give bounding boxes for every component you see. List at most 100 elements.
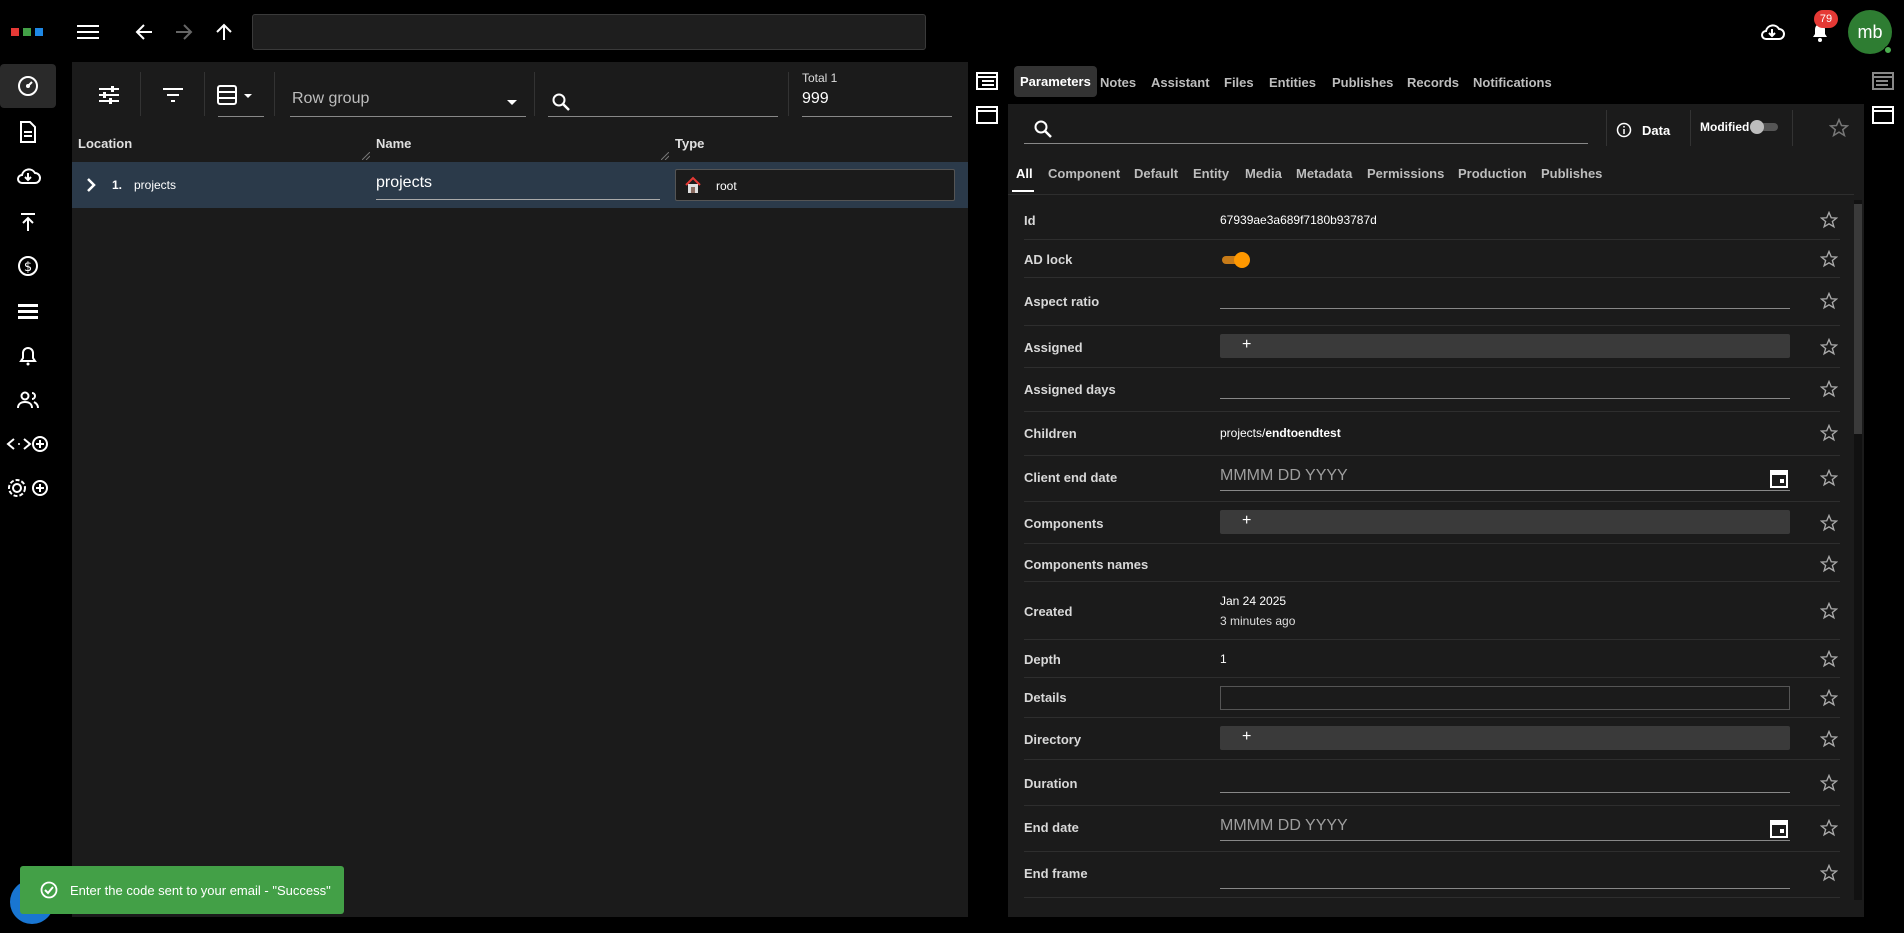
details-input[interactable]: [1220, 686, 1790, 710]
filter-icon[interactable]: [160, 82, 186, 108]
tab-notes[interactable]: Notes: [1100, 75, 1136, 90]
view-select-icon[interactable]: [216, 82, 260, 108]
list-icon[interactable]: [8, 292, 48, 332]
cloud-download-icon[interactable]: [8, 156, 48, 196]
assigned-days-input[interactable]: [1220, 398, 1790, 399]
row-name-field[interactable]: projects: [376, 170, 660, 200]
subtab-media[interactable]: Media: [1245, 166, 1282, 181]
property-row-details: Details: [1024, 678, 1840, 718]
tab-parameters[interactable]: Parameters: [1014, 66, 1097, 97]
upload-icon[interactable]: [8, 202, 48, 242]
star-icon[interactable]: [1820, 338, 1838, 356]
star-icon[interactable]: [1820, 250, 1838, 268]
subtab-all[interactable]: All: [1016, 166, 1033, 181]
property-row-client-end-date: Client end date MMMM DD YYYY: [1024, 456, 1840, 502]
expand-chevron-icon[interactable]: [86, 178, 96, 192]
created-date: Jan 24 2025: [1220, 594, 1287, 608]
calendar-icon[interactable]: [1770, 818, 1788, 838]
scrollbar-thumb[interactable]: [1854, 204, 1862, 434]
modified-toggle[interactable]: [1750, 120, 1780, 134]
tab-files[interactable]: Files: [1224, 75, 1254, 90]
column-resize-handle[interactable]: [661, 152, 669, 160]
code-add-icon[interactable]: [4, 424, 52, 464]
online-status-dot: [1884, 46, 1892, 54]
column-header-location[interactable]: Location: [78, 136, 132, 158]
subtab-metadata[interactable]: Metadata: [1296, 166, 1352, 181]
column-header-type[interactable]: Type: [675, 136, 704, 158]
assigned-add-button[interactable]: +: [1220, 334, 1790, 358]
table-row[interactable]: 1. projects projects root: [72, 162, 968, 208]
star-icon[interactable]: [1829, 118, 1849, 138]
end-frame-input[interactable]: [1220, 888, 1790, 889]
id-value: 67939ae3a689f7180b93787d: [1220, 213, 1377, 227]
ad-lock-toggle[interactable]: [1220, 252, 1252, 268]
chevron-down-icon: [507, 100, 517, 105]
window-icon[interactable]: [976, 106, 998, 129]
calendar-icon[interactable]: [1770, 468, 1788, 488]
subtab-permissions[interactable]: Permissions: [1367, 166, 1444, 181]
tab-records[interactable]: Records: [1407, 75, 1459, 90]
subtab-default[interactable]: Default: [1134, 166, 1178, 181]
tab-publishes[interactable]: Publishes: [1332, 75, 1393, 90]
tab-assistant[interactable]: Assistant: [1151, 75, 1210, 90]
star-icon[interactable]: [1820, 211, 1838, 229]
property-row-children: Children projects/endtoendtest: [1024, 412, 1840, 456]
children-value[interactable]: projects/endtoendtest: [1220, 426, 1341, 440]
directory-add-button[interactable]: +: [1220, 726, 1790, 750]
subtab-entity[interactable]: Entity: [1193, 166, 1229, 181]
menu-icon[interactable]: [74, 18, 102, 46]
dashboard-icon[interactable]: [0, 64, 56, 108]
app-logo[interactable]: [11, 28, 46, 37]
star-icon[interactable]: [1820, 730, 1838, 748]
star-icon[interactable]: [1820, 819, 1838, 837]
data-info-button[interactable]: Data: [1616, 120, 1670, 140]
settings-add-icon[interactable]: [4, 468, 52, 508]
back-arrow-icon[interactable]: [130, 18, 158, 46]
up-arrow-icon[interactable]: [210, 18, 238, 46]
depth-value: 1: [1220, 652, 1227, 666]
end-date-input[interactable]: MMMM DD YYYY: [1220, 817, 1348, 835]
star-icon[interactable]: [1820, 774, 1838, 792]
aspect-ratio-input[interactable]: [1220, 308, 1790, 309]
properties-search-input[interactable]: [1024, 114, 1588, 144]
tune-icon[interactable]: [96, 82, 122, 108]
panel-toggle-icon[interactable]: [976, 72, 998, 95]
panel-toggle-icon-right[interactable]: [1872, 72, 1894, 95]
star-icon[interactable]: [1820, 424, 1838, 442]
dollar-icon[interactable]: $: [8, 246, 48, 286]
column-header-name[interactable]: Name: [376, 136, 411, 158]
star-icon[interactable]: [1820, 864, 1838, 882]
people-icon[interactable]: [8, 380, 48, 420]
tab-entities[interactable]: Entities: [1269, 75, 1316, 90]
svg-text:$: $: [24, 260, 32, 275]
document-icon[interactable]: [8, 112, 48, 152]
forward-arrow-icon[interactable]: [170, 18, 198, 46]
star-icon[interactable]: [1820, 555, 1838, 573]
total-input[interactable]: 999: [802, 90, 952, 116]
client-end-date-input[interactable]: MMMM DD YYYY: [1220, 467, 1348, 485]
window-icon-right[interactable]: [1872, 106, 1894, 129]
star-icon[interactable]: [1820, 292, 1838, 310]
subtab-publishes[interactable]: Publishes: [1541, 166, 1602, 181]
star-icon[interactable]: [1820, 689, 1838, 707]
search-icon: [552, 93, 570, 111]
star-icon[interactable]: [1820, 380, 1838, 398]
star-icon[interactable]: [1820, 602, 1838, 620]
cloud-sync-icon[interactable]: [1758, 18, 1786, 46]
star-icon[interactable]: [1820, 650, 1838, 668]
property-row-components: Components +: [1024, 502, 1840, 544]
row-group-label: Row group: [292, 90, 370, 107]
bell-icon[interactable]: [8, 336, 48, 376]
address-bar[interactable]: [252, 14, 926, 50]
row-type-chip[interactable]: root: [675, 169, 955, 201]
subtab-component[interactable]: Component: [1048, 166, 1120, 181]
row-group-select[interactable]: Row group: [290, 90, 526, 116]
star-icon[interactable]: [1820, 514, 1838, 532]
search-input[interactable]: [548, 90, 778, 116]
subtab-production[interactable]: Production: [1458, 166, 1527, 181]
column-resize-handle[interactable]: [362, 152, 370, 160]
star-icon[interactable]: [1820, 469, 1838, 487]
tab-notifications[interactable]: Notifications: [1473, 75, 1552, 90]
components-add-button[interactable]: +: [1220, 510, 1790, 534]
duration-input[interactable]: [1220, 792, 1790, 793]
